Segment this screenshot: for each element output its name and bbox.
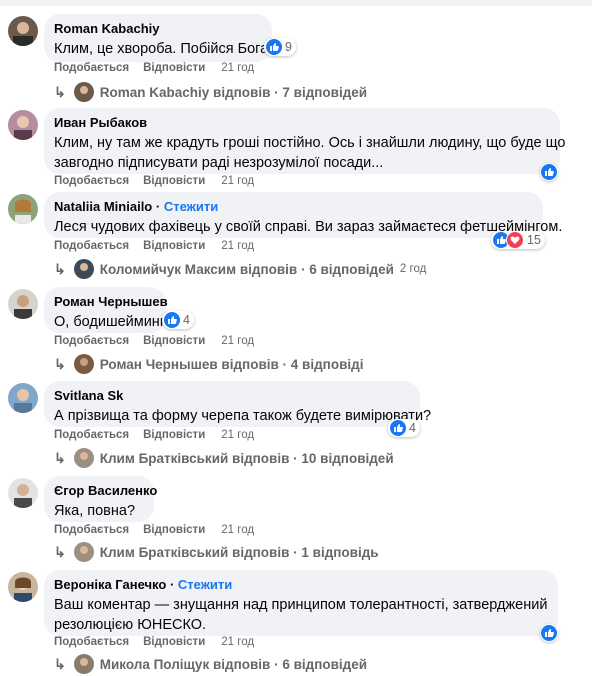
author-name[interactable]: Иван Рыбаков: [54, 114, 548, 131]
author-name[interactable]: Роман Чернышев: [54, 293, 168, 310]
author-name[interactable]: Єгор Василенко: [54, 482, 157, 499]
comment-actions: Подобається Відповісти 21 год: [54, 335, 268, 347]
timestamp[interactable]: 21 год: [221, 240, 254, 252]
comment-actions: Подобається Відповісти 21 год: [54, 429, 268, 441]
avatar[interactable]: [8, 289, 38, 319]
replies-link[interactable]: ↳ Роман Чернышев відповів · 4 відповіді: [54, 354, 363, 374]
like-reaction-icon: [390, 420, 406, 436]
replies-link[interactable]: ↳ Клим Братківський відповів · 1 відпові…: [54, 542, 379, 562]
comment-bubble: Вероніка Ганечко · Стежити Ваш коментар …: [44, 570, 558, 636]
comment-bubble: Nataliia Miniailo · Стежити Леся чудових…: [44, 192, 563, 238]
author-name[interactable]: Nataliia Miniailo · Стежити: [54, 198, 531, 215]
timestamp[interactable]: 21 год: [221, 524, 254, 536]
avatar[interactable]: [8, 194, 38, 224]
top-divider: [0, 0, 592, 6]
reaction-count[interactable]: 15: [491, 231, 545, 249]
avatar: [73, 654, 94, 674]
reply-button[interactable]: Відповісти: [143, 240, 205, 252]
like-button[interactable]: Подобається: [54, 175, 129, 187]
avatar: [73, 448, 94, 468]
comment-text: Клим, це хвороба. Побійся Бога.: [54, 41, 273, 57]
comment-actions: Подобається Відповісти 21 год: [54, 524, 268, 536]
follow-button[interactable]: Стежити: [178, 577, 232, 592]
reaction-count[interactable]: [540, 163, 558, 181]
like-reaction-icon: [164, 312, 180, 328]
reply-button[interactable]: Відповісти: [143, 524, 205, 536]
replies-link[interactable]: ↳ Клим Братківський відповів · 10 відпов…: [54, 448, 394, 468]
follow-button[interactable]: Стежити: [164, 199, 218, 214]
author-name[interactable]: Вероніка Ганечко · Стежити: [54, 576, 546, 593]
avatar: [73, 82, 94, 102]
comment-text: Клим, ну там же крадуть гроші постійно. …: [54, 135, 566, 151]
comment-actions: Подобається Відповісти 21 год: [54, 175, 268, 187]
avatar: [73, 542, 94, 562]
timestamp[interactable]: 21 год: [221, 636, 254, 648]
like-button[interactable]: Подобається: [54, 636, 129, 648]
comment-actions: Подобається Відповісти 21 год: [54, 62, 268, 74]
like-button[interactable]: Подобається: [54, 524, 129, 536]
reaction-count[interactable]: 4: [388, 419, 420, 437]
avatar[interactable]: [8, 110, 38, 140]
comment-text: О, бодишейминг: [54, 314, 166, 330]
avatar[interactable]: [8, 16, 38, 46]
like-reaction-icon: [541, 625, 557, 641]
like-button[interactable]: Подобається: [54, 335, 129, 347]
like-button[interactable]: Подобається: [54, 429, 129, 441]
reaction-count[interactable]: [540, 624, 558, 642]
timestamp[interactable]: 21 год: [221, 335, 254, 347]
timestamp[interactable]: 21 год: [221, 175, 254, 187]
like-button[interactable]: Подобається: [54, 240, 129, 252]
reply-button[interactable]: Відповісти: [143, 175, 205, 187]
reply-button[interactable]: Відповісти: [143, 636, 205, 648]
comment-text: Ваш коментар — знущання над принципом то…: [54, 597, 548, 613]
comment-text: А прізвища та форму черепа також будете …: [54, 408, 432, 424]
reply-button[interactable]: Відповісти: [143, 335, 205, 347]
comment-text: Яка, повна?: [54, 503, 136, 519]
comment-bubble: Єгор Василенко Яка, повна?: [44, 476, 157, 522]
replies-link[interactable]: ↳ Микола Поліщук відповів · 6 відповідей: [54, 654, 367, 674]
reaction-count[interactable]: 4: [162, 311, 194, 329]
timestamp[interactable]: 21 год: [221, 62, 254, 74]
comment-bubble: Иван Рыбаков Клим, ну там же крадуть гро…: [44, 108, 566, 174]
comment-bubble: Роман Чернышев О, бодишейминг: [44, 287, 168, 333]
love-reaction-icon: [506, 231, 524, 249]
comment-actions: Подобається Відповісти 21 год: [54, 240, 268, 252]
comment-actions: Подобається Відповісти 21 год: [54, 636, 268, 648]
comment-bubble: Svitlana Sk А прізвища та форму черепа т…: [44, 381, 432, 427]
replies-link[interactable]: ↳ Roman Kabachiy відповів · 7 відповідей: [54, 82, 367, 102]
replies-link[interactable]: ↳ Коломийчук Максим відповів · 6 відпові…: [54, 259, 426, 279]
reply-arrow-icon: ↳: [54, 543, 66, 560]
comment-text: Леся чудових фахівець у своїй справі. Ви…: [54, 219, 563, 235]
avatar: [73, 354, 94, 374]
like-reaction-icon: [266, 39, 282, 55]
avatar[interactable]: [8, 383, 38, 413]
reply-button[interactable]: Відповісти: [143, 429, 205, 441]
reply-arrow-icon: ↳: [54, 83, 66, 100]
reply-arrow-icon: ↳: [54, 449, 66, 466]
reply-arrow-icon: ↳: [54, 260, 66, 277]
like-button[interactable]: Подобається: [54, 62, 129, 74]
avatar: [73, 259, 94, 279]
reply-arrow-icon: ↳: [54, 655, 66, 672]
comment-text: завгодно підписувати раді незрозумілої п…: [54, 155, 384, 171]
avatar[interactable]: [8, 572, 38, 602]
reply-arrow-icon: ↳: [54, 355, 66, 372]
reply-button[interactable]: Відповісти: [143, 62, 205, 74]
author-name[interactable]: Svitlana Sk: [54, 387, 408, 404]
timestamp[interactable]: 21 год: [221, 429, 254, 441]
author-name[interactable]: Roman Kabachiy: [54, 20, 260, 37]
comment-bubble: Roman Kabachiy Клим, це хвороба. Побійся…: [44, 14, 272, 62]
reaction-count[interactable]: 9: [264, 38, 296, 56]
like-reaction-icon: [541, 164, 557, 180]
avatar[interactable]: [8, 478, 38, 508]
comment-text: резолюцією ЮНЕСКО.: [54, 617, 207, 633]
